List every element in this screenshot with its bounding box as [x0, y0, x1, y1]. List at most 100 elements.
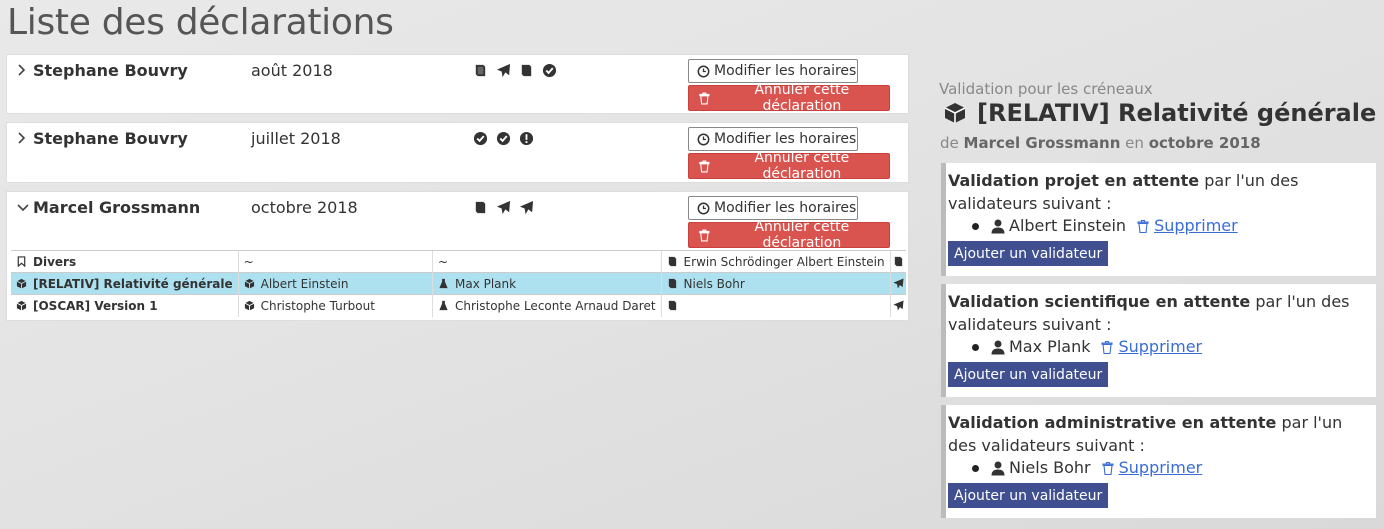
table-row[interactable]: [OSCAR] Version 1 Christophe Turbout Chr…	[11, 294, 906, 317]
delete-validator-link[interactable]: Supprimer	[1102, 457, 1203, 479]
validator-list: Albert Einstein Supprimer	[972, 215, 1370, 237]
declaration-header[interactable]: Marcel Grossmann octobre 2018 Modifier l…	[7, 192, 908, 251]
cancel-declaration-label: Annuler cette déclaration	[754, 219, 850, 251]
validator-list: Niels Bohr Supprimer	[972, 457, 1370, 479]
declaration-card: Marcel Grossmann octobre 2018 Modifier l…	[6, 191, 909, 321]
table-row-selected[interactable]: [RELATIV] Relativité générale Albert Ein…	[11, 272, 906, 295]
declaration-period: août 2018	[251, 61, 333, 80]
trash-icon	[699, 229, 710, 241]
book-icon	[521, 64, 532, 77]
row-label: Divers	[33, 254, 77, 269]
declaration-card: Stephane Bouvry août 2018 Modifier les h…	[6, 54, 909, 114]
declarant-name: Stephane Bouvry	[33, 129, 188, 148]
validator-name: Niels Bohr	[1009, 458, 1091, 477]
add-validator-button[interactable]: Ajouter un validateur	[948, 241, 1109, 266]
modify-schedule-label: Modifier les horaires	[714, 200, 857, 216]
book-icon	[894, 256, 902, 266]
send-icon	[496, 200, 511, 215]
check-circle-icon	[496, 131, 511, 146]
row-project-validator: Christophe Turbout	[260, 298, 375, 313]
modify-schedule-label: Modifier les horaires	[714, 63, 857, 79]
list-item: Niels Bohr Supprimer	[972, 457, 1370, 479]
cube-icon	[16, 278, 27, 289]
chevron-right-icon[interactable]	[17, 64, 26, 80]
trash-icon	[1137, 219, 1149, 233]
cube-icon	[244, 278, 254, 289]
list-item: Albert Einstein Supprimer	[972, 215, 1370, 237]
validation-block-administrative: Validation administrative en attente par…	[941, 405, 1376, 518]
row-admin-validator: Niels Bohr	[683, 276, 745, 291]
cancel-declaration-button[interactable]: Annuler cette déclaration	[688, 219, 890, 251]
flask-icon	[439, 278, 448, 288]
panel-title: [RELATIV] Relativité générale	[943, 99, 1376, 127]
status-icons	[473, 63, 557, 78]
user-icon	[991, 340, 1005, 355]
cancel-declaration-button[interactable]: Annuler cette déclaration	[688, 82, 890, 114]
send-icon	[893, 277, 904, 289]
book-icon	[668, 256, 676, 266]
send-icon	[519, 200, 534, 215]
add-validator-button[interactable]: Ajouter un validateur	[948, 362, 1109, 387]
row-scientific-validator: Max Plank	[454, 276, 517, 291]
cancel-declaration-label: Annuler cette déclaration	[754, 82, 850, 114]
delete-label: Supprimer	[1118, 337, 1203, 356]
delete-label: Supprimer	[1118, 458, 1203, 477]
modify-schedule-label: Modifier les horaires	[714, 131, 857, 147]
declaration-period: octobre 2018	[251, 198, 358, 217]
modify-schedule-button[interactable]: Modifier les horaires	[688, 59, 858, 83]
row-label: [RELATIV] Relativité générale	[33, 276, 233, 291]
page-title: Liste des déclarations	[7, 2, 394, 43]
check-circle-icon	[542, 63, 557, 78]
trash-icon	[699, 92, 710, 104]
trash-icon	[1101, 340, 1114, 354]
byline-period: octobre 2018	[1148, 134, 1261, 152]
bookmark-icon	[17, 255, 26, 267]
byline-prefix: de	[940, 134, 959, 152]
cancel-declaration-button[interactable]: Annuler cette déclaration	[688, 150, 890, 182]
delete-validator-link[interactable]: Supprimer	[1137, 215, 1238, 237]
bullet	[972, 464, 979, 472]
cube-icon	[244, 300, 254, 311]
user-icon	[991, 461, 1005, 476]
chevron-right-icon[interactable]	[17, 132, 26, 148]
row-project-validator: Albert Einstein	[260, 276, 349, 291]
book-icon	[668, 300, 676, 310]
declaration-header[interactable]: Stephane Bouvry juillet 2018 Modifier le…	[7, 123, 908, 182]
panel-title-text: [RELATIV] Relativité générale	[977, 99, 1377, 127]
add-validator-button[interactable]: Ajouter un validateur	[948, 483, 1109, 508]
cancel-declaration-label: Annuler cette déclaration	[754, 150, 850, 182]
bullet	[972, 343, 979, 351]
validation-block-scientific: Validation scientifique en attente par l…	[941, 284, 1376, 397]
modify-schedule-button[interactable]: Modifier les horaires	[688, 127, 858, 151]
validation-heading: Validation administrative en attente par…	[948, 411, 1370, 457]
bullet	[972, 222, 979, 230]
row-project-validator: ~	[243, 254, 254, 269]
status-icons	[473, 131, 534, 146]
modify-schedule-button[interactable]: Modifier les horaires	[688, 196, 858, 220]
validation-heading: Validation scientifique en attente par l…	[948, 290, 1370, 336]
cube-icon	[944, 103, 966, 123]
clock-icon	[697, 133, 710, 145]
validator-list: Max Plank Supprimer	[972, 336, 1370, 358]
send-icon	[893, 300, 904, 311]
validation-status: Validation projet en attente	[948, 171, 1200, 190]
validation-block-project: Validation projet en attente par l'un de…	[941, 163, 1376, 276]
user-icon	[991, 219, 1005, 234]
declaration-period: juillet 2018	[251, 129, 341, 148]
clock-icon	[697, 65, 710, 77]
declaration-header[interactable]: Stephane Bouvry août 2018 Modifier les h…	[7, 55, 908, 114]
validation-status: Validation administrative en attente	[948, 413, 1277, 432]
row-label: [OSCAR] Version 1	[33, 298, 158, 313]
table-row[interactable]: Divers ~ ~ Erwin Schrödinger Albert Eins…	[11, 250, 906, 273]
book-icon	[475, 201, 486, 214]
check-circle-icon	[473, 131, 488, 146]
chevron-down-icon[interactable]	[17, 201, 29, 216]
delete-validator-link[interactable]: Supprimer	[1101, 336, 1202, 358]
validation-heading: Validation projet en attente par l'un de…	[948, 169, 1370, 215]
timesheet-table: Divers ~ ~ Erwin Schrödinger Albert Eins…	[11, 250, 906, 317]
delete-label: Supprimer	[1154, 216, 1238, 235]
validator-name: Max Plank	[1009, 337, 1091, 356]
exclamation-circle-icon	[519, 131, 534, 146]
clock-icon	[697, 202, 710, 214]
declaration-card: Stephane Bouvry juillet 2018 Modifier le…	[6, 122, 909, 183]
